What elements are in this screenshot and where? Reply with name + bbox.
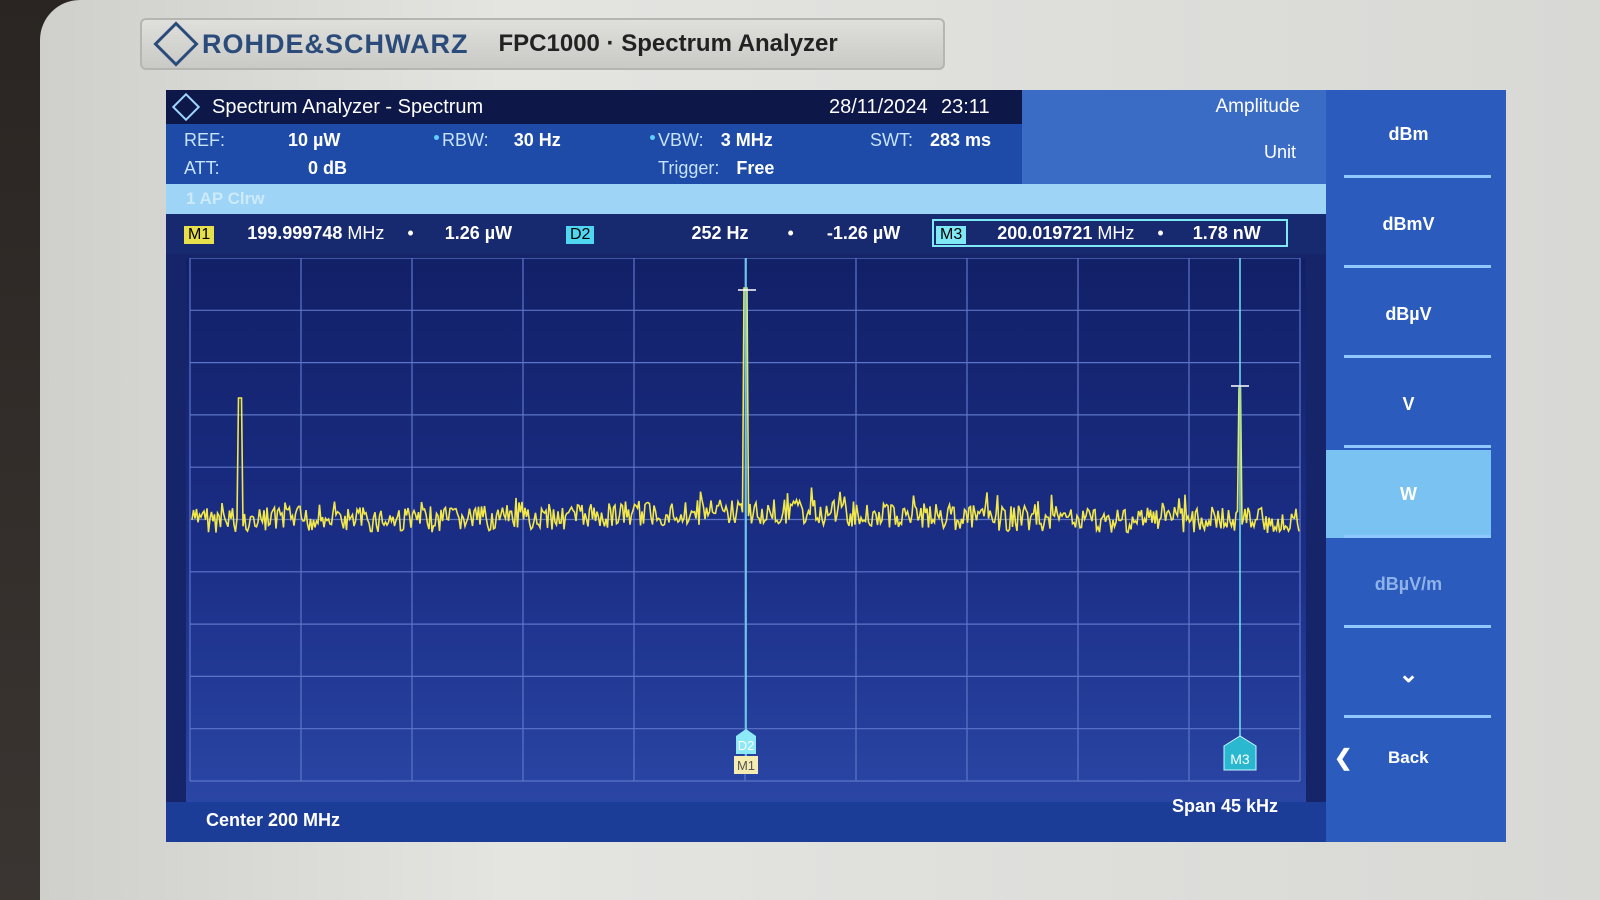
m1-marker-flag[interactable]: M1 xyxy=(734,756,758,774)
m1-flag-label: M1 xyxy=(737,758,755,773)
back-button[interactable]: ❮ Back xyxy=(1326,720,1491,800)
marker-d2-tag: D2 xyxy=(566,226,595,244)
swt-value: 283 ms xyxy=(930,130,992,150)
vbw-label: VBW: xyxy=(658,130,704,150)
m1-frequency: 199.999748 xyxy=(247,223,343,243)
m3-marker-flag[interactable]: M3 xyxy=(1223,735,1257,771)
date-label: 28/11/2024 xyxy=(829,95,928,118)
trace-info-bar[interactable]: 1 AP Clrw xyxy=(166,184,1326,214)
chevron-left-icon: ❮ xyxy=(1334,745,1353,770)
span-frequency[interactable]: Span 45 kHz xyxy=(1172,796,1278,817)
vbw-param: VBW: 3 MHz xyxy=(650,130,773,151)
brand-name: ROHDE&SCHWARZ xyxy=(202,28,469,59)
time-label: 23:11 xyxy=(941,95,990,118)
frequency-bar[interactable]: Center 200 MHz Span 45 kHz xyxy=(166,796,1326,842)
parameter-panel[interactable]: REF: 10 µW ATT: 0 dB RBW: 30 Hz VBW: 3 M… xyxy=(166,124,1022,184)
softkey-dbuv[interactable]: dBµV xyxy=(1326,270,1491,358)
app-icon[interactable] xyxy=(171,92,201,122)
ref-label: REF: xyxy=(184,130,226,150)
m1-level: 1.26 µW xyxy=(444,223,513,243)
softkey-panel: dBm dBmV dBµV V W dBµV/m ⌄ ❮ Back xyxy=(1326,90,1506,842)
ref-value: 10 µW xyxy=(288,130,341,150)
d2-flag-label: D2 xyxy=(738,738,755,753)
center-frequency[interactable]: Center 200 MHz xyxy=(206,810,340,831)
marker-m1-tag: M1 xyxy=(184,226,215,244)
spectrum-plot[interactable]: D2 M1 M3 xyxy=(186,257,1306,803)
marker-d2-readout[interactable]: D2 252 Hz • -1.26 µW xyxy=(566,223,900,244)
rbw-label: RBW: xyxy=(442,130,489,150)
marker-info-bar[interactable]: M1 199.999748 MHz • 1.26 µW D2 252 Hz • … xyxy=(166,214,1326,254)
model-label: FPC1000 · Spectrum Analyzer xyxy=(498,30,838,57)
menu-subtitle: Unit xyxy=(1263,142,1296,162)
att-label: ATT: xyxy=(184,158,220,178)
title-bar: Spectrum Analyzer - Spectrum 28/11/2024 … xyxy=(166,90,1022,124)
trigger-label: Trigger: xyxy=(658,158,720,178)
att-value: 0 dB xyxy=(308,158,348,178)
marker-m3-tag: M3 xyxy=(936,226,967,244)
d2-delta: 252 Hz xyxy=(691,223,749,243)
marker-m1-readout[interactable]: M1 199.999748 MHz • 1.26 µW xyxy=(184,223,512,244)
trigger-param: Trigger: Free xyxy=(658,158,774,179)
rbw-indicator-icon xyxy=(434,135,439,140)
softkey-dbuv-m-label: dBµV/m xyxy=(1374,573,1443,594)
d2-marker-flag[interactable]: D2 xyxy=(736,729,756,754)
vbw-value: 3 MHz xyxy=(720,130,773,150)
m1-frequency-unit: MHz xyxy=(347,223,385,243)
trigger-value: Free xyxy=(736,158,775,178)
rs-logo: ROHDE&SCHWARZ xyxy=(153,21,469,67)
spectrum-svg: D2 M1 M3 xyxy=(189,257,1301,782)
more-softkeys-button[interactable]: ⌄ xyxy=(1326,630,1491,718)
m3-separator-icon: • xyxy=(1157,223,1164,243)
softkey-v[interactable]: V xyxy=(1326,360,1491,448)
softkey-dbm-label: dBm xyxy=(1388,123,1429,144)
att-param: ATT: 0 dB xyxy=(184,158,347,179)
brand-bar: ROHDE&SCHWARZ FPC1000 · Spectrum Analyze… xyxy=(140,18,945,70)
chevron-down-icon: ⌄ xyxy=(1398,660,1419,688)
softkey-dbuv-m: dBµV/m xyxy=(1326,540,1491,628)
window-title: Spectrum Analyzer - Spectrum xyxy=(212,95,484,118)
ref-param: REF: 10 µW xyxy=(184,130,340,151)
softkey-dbuv-label: dBµV xyxy=(1385,303,1432,324)
analyzer-screen: Spectrum Analyzer - Spectrum 28/11/2024 … xyxy=(166,90,1506,842)
marker-m3-line[interactable] xyxy=(1231,258,1249,768)
trace-label: 1 AP Clrw xyxy=(186,189,265,208)
softkey-w[interactable]: W xyxy=(1326,450,1491,538)
softkey-v-label: V xyxy=(1402,393,1415,414)
rbw-value: 30 Hz xyxy=(513,130,561,150)
back-label: Back xyxy=(1388,748,1429,767)
rbw-param: RBW: 30 Hz xyxy=(434,130,561,151)
d2-separator-icon: • xyxy=(787,223,794,243)
m1-separator-icon: • xyxy=(407,223,414,243)
m3-frequency: 200.019721 xyxy=(997,223,1093,243)
softkey-dbmv-label: dBmV xyxy=(1382,213,1435,234)
menu-header: Amplitude Unit xyxy=(1022,90,1326,184)
softkey-dbmv[interactable]: dBmV xyxy=(1326,180,1491,268)
menu-title: Amplitude xyxy=(1215,96,1301,117)
m3-frequency-unit: MHz xyxy=(1097,223,1135,243)
swt-param: SWT: 283 ms xyxy=(870,130,991,151)
softkey-dbm[interactable]: dBm xyxy=(1326,90,1491,178)
m3-level: 1.78 nW xyxy=(1192,223,1261,243)
marker-m3-readout[interactable]: M3 200.019721 MHz • 1.78 nW xyxy=(936,223,1261,244)
softkey-w-label: W xyxy=(1400,483,1417,504)
m3-flag-label: M3 xyxy=(1230,751,1250,767)
d2-level: -1.26 µW xyxy=(826,223,901,243)
rs-diamond-icon xyxy=(153,21,199,67)
vbw-indicator-icon xyxy=(650,135,655,140)
swt-label: SWT: xyxy=(870,130,913,150)
